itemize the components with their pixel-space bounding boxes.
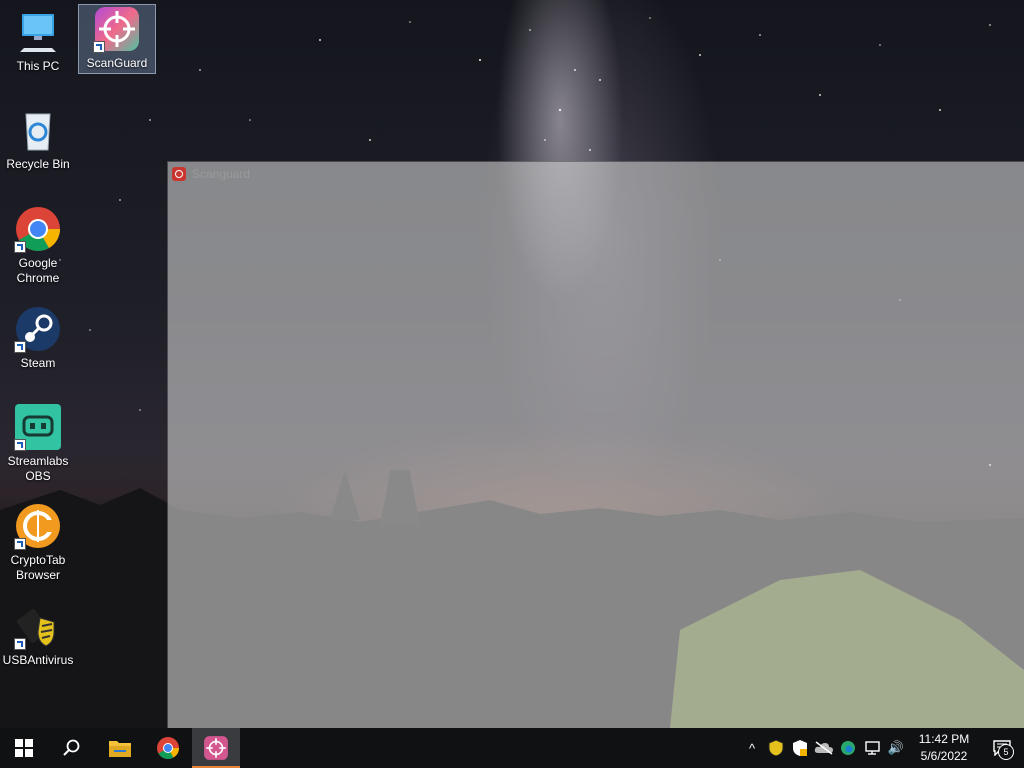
desktop-icon-google-chrome[interactable]: Google Chrome [0, 205, 76, 286]
shortcut-arrow-icon [14, 341, 26, 353]
windows-security-button[interactable] [788, 728, 812, 768]
minimize-button[interactable]: – [1014, 166, 1022, 178]
cryptotab-icon [14, 502, 62, 550]
shortcut-arrow-icon [14, 538, 26, 550]
desktop-icon-label: Recycle Bin [6, 157, 70, 171]
chrome-taskbar-button[interactable] [144, 728, 192, 768]
desktop-icon-label: CryptoTab Browser [10, 553, 66, 582]
shortcut-arrow-icon [14, 638, 26, 650]
steam-icon [14, 305, 62, 353]
scanguard-icon [204, 736, 228, 760]
volume-button[interactable]: 🔊 [884, 728, 908, 768]
edge-icon [841, 741, 855, 755]
show-hidden-icons-button[interactable]: ^ [740, 728, 764, 768]
desktop-icon-label: Google Chrome [16, 256, 60, 285]
file-explorer-button[interactable] [96, 728, 144, 768]
scanguard-window[interactable]: Scanguard – [168, 162, 1024, 728]
desktop-icon-scanguard[interactable]: ScanGuard [78, 4, 156, 74]
shortcut-arrow-icon [93, 41, 105, 53]
notification-count-badge: 5 [998, 744, 1014, 760]
chevron-up-icon: ^ [748, 740, 756, 756]
chrome-icon [157, 737, 179, 759]
streamlabs-icon [14, 403, 62, 451]
desktop-icon-label: This PC [16, 59, 60, 73]
file-explorer-icon [109, 741, 131, 757]
window-title: Scanguard [192, 167, 251, 181]
desktop-icon-this-pc[interactable]: This PC [0, 8, 76, 74]
desktop-icon-label: ScanGuard [86, 56, 148, 70]
desktop-icon-label: Streamlabs OBS [7, 454, 69, 483]
window-titlebar[interactable]: Scanguard – [168, 162, 1024, 186]
shortcut-arrow-icon [14, 439, 26, 451]
action-center-button[interactable]: 5 [980, 728, 1024, 768]
start-button[interactable] [0, 728, 48, 768]
desktop-icon-usbantivirus[interactable]: USBAntivirus [0, 602, 76, 668]
scanguard-icon [93, 5, 141, 53]
network-icon [865, 741, 880, 755]
desktop-icon-label: Steam [20, 356, 56, 370]
clock-button[interactable]: 11:42 PM 5/6/2022 [908, 728, 980, 768]
desktop-icon-label: USBAntivirus [2, 653, 74, 667]
clock-date: 5/6/2022 [920, 749, 968, 763]
shortcut-arrow-icon [14, 241, 26, 253]
windows-start-icon [15, 739, 33, 757]
onedrive-cloud-icon [814, 741, 833, 755]
usb-antivirus-icon [14, 602, 62, 650]
security-warning-icon [793, 740, 807, 756]
desktop-icon-cryptotab-browser[interactable]: CryptoTab Browser [0, 502, 76, 583]
this-pc-icon [14, 8, 62, 56]
desktop-icon-recycle-bin[interactable]: Recycle Bin [0, 106, 76, 172]
system-tray: ^ 🔊 11:42 PM 5/6/2022 5 [740, 728, 1024, 768]
scanguard-app-icon [172, 167, 186, 181]
desktop-icon-streamlabs-obs[interactable]: Streamlabs OBS [0, 403, 76, 484]
usb-antivirus-tray-button[interactable] [764, 728, 788, 768]
search-button[interactable] [48, 728, 96, 768]
recycle-bin-icon [14, 106, 62, 154]
taskbar: ^ 🔊 11:42 PM 5/6/2022 5 [0, 728, 1024, 768]
shield-icon [768, 739, 784, 757]
volume-icon: 🔊 [887, 740, 905, 755]
network-button[interactable] [860, 728, 884, 768]
scanguard-taskbar-button[interactable] [192, 728, 240, 768]
clock-time: 11:42 PM [918, 732, 970, 746]
chrome-icon [14, 205, 62, 253]
edge-tray-button[interactable] [836, 728, 860, 768]
search-icon [63, 739, 80, 756]
onedrive-button[interactable] [812, 728, 836, 768]
desktop-icon-steam[interactable]: Steam [0, 305, 76, 371]
